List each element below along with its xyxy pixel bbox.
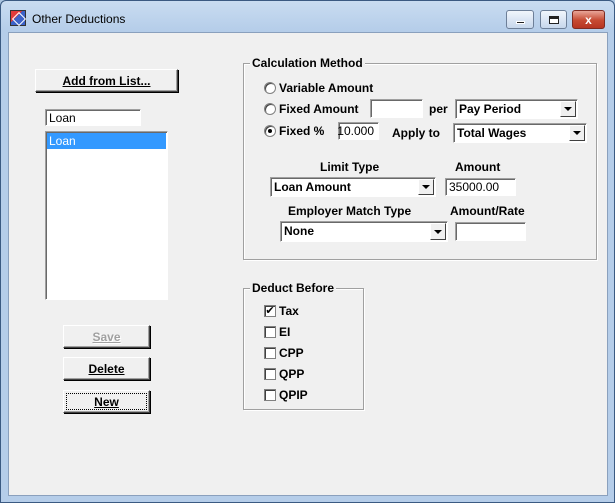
minimize-icon	[515, 21, 525, 24]
deduct-before-legend: Deduct Before	[250, 281, 337, 295]
qpip-checkbox[interactable]	[264, 389, 276, 401]
limit-type-select[interactable]: Loan Amount	[270, 177, 436, 197]
deduction-name-input[interactable]: Loan	[45, 109, 141, 126]
save-button[interactable]: Save	[63, 325, 150, 348]
fixed-percent-value: 10.000	[337, 124, 374, 138]
amount-label: Amount	[455, 160, 501, 174]
apply-to-dropdown-button[interactable]	[569, 125, 585, 141]
limit-type-value: Loan Amount	[274, 180, 351, 194]
amount-rate-input[interactable]	[455, 222, 526, 241]
apply-to-select[interactable]: Total Wages	[453, 123, 587, 143]
employer-match-dropdown-button[interactable]	[430, 223, 446, 240]
variable-amount-label: Variable Amount	[279, 81, 374, 95]
ei-checkbox[interactable]	[264, 326, 276, 338]
employer-match-type-label: Employer Match Type	[288, 204, 412, 218]
cpp-checkbox[interactable]	[264, 347, 276, 359]
employer-match-type-select[interactable]: None	[280, 221, 448, 242]
fixed-amount-input[interactable]	[370, 99, 423, 118]
limit-type-dropdown-button[interactable]	[418, 179, 434, 195]
fixed-amount-label: Fixed Amount	[279, 102, 359, 116]
maximize-button[interactable]	[540, 10, 567, 29]
fixed-percent-label: Fixed %	[279, 124, 325, 138]
dialog-client-area: Add from List... Loan Loan Save Delete N…	[8, 32, 608, 496]
app-icon	[10, 10, 26, 26]
amount-rate-label: Amount/Rate	[450, 204, 525, 218]
delete-button[interactable]: Delete	[63, 357, 150, 380]
chevron-down-icon	[573, 131, 581, 135]
add-from-list-button[interactable]: Add from List...	[35, 69, 178, 92]
fixed-amount-radio[interactable]	[264, 103, 276, 115]
per-period-dropdown-button[interactable]	[560, 101, 576, 117]
chevron-down-icon	[422, 185, 430, 189]
close-button[interactable]: x	[572, 10, 605, 29]
limit-amount-input[interactable]: 35000.00	[445, 178, 516, 196]
maximize-icon	[548, 15, 559, 24]
qpp-checkbox[interactable]	[264, 368, 276, 380]
ei-label: EI	[279, 325, 291, 339]
per-period-select[interactable]: Pay Period	[455, 99, 578, 119]
fixed-percent-radio[interactable]	[264, 125, 276, 137]
fixed-percent-input[interactable]: 10.000	[337, 122, 379, 140]
window: Other Deductions x Add from List... Loan…	[0, 0, 615, 503]
limit-amount-value: 35000.00	[449, 180, 500, 194]
apply-to-label: Apply to	[392, 126, 440, 140]
employer-match-type-value: None	[284, 224, 314, 238]
deduction-name-value: Loan	[49, 111, 76, 125]
variable-amount-radio[interactable]	[264, 82, 276, 94]
apply-to-value: Total Wages	[457, 126, 527, 140]
per-label: per	[429, 102, 448, 116]
list-item[interactable]: Loan	[47, 133, 166, 149]
tax-label: Tax	[279, 304, 299, 318]
per-period-value: Pay Period	[459, 102, 522, 116]
limit-type-label: Limit Type	[320, 160, 380, 174]
qpip-label: QPIP	[279, 388, 308, 402]
tax-checkbox[interactable]: ✔	[264, 305, 276, 317]
window-title: Other Deductions	[32, 12, 126, 26]
new-button[interactable]: New	[63, 390, 150, 413]
chevron-down-icon	[564, 107, 572, 111]
close-icon: x	[585, 12, 592, 27]
chevron-down-icon	[434, 229, 442, 234]
checkmark-icon: ✔	[265, 305, 275, 317]
deduction-list[interactable]: Loan	[45, 131, 168, 300]
qpp-label: QPP	[279, 367, 305, 381]
cpp-label: CPP	[279, 346, 304, 360]
title-bar[interactable]: Other Deductions x	[1, 1, 614, 32]
calculation-method-legend: Calculation Method	[250, 56, 365, 70]
minimize-button[interactable]	[506, 10, 534, 29]
